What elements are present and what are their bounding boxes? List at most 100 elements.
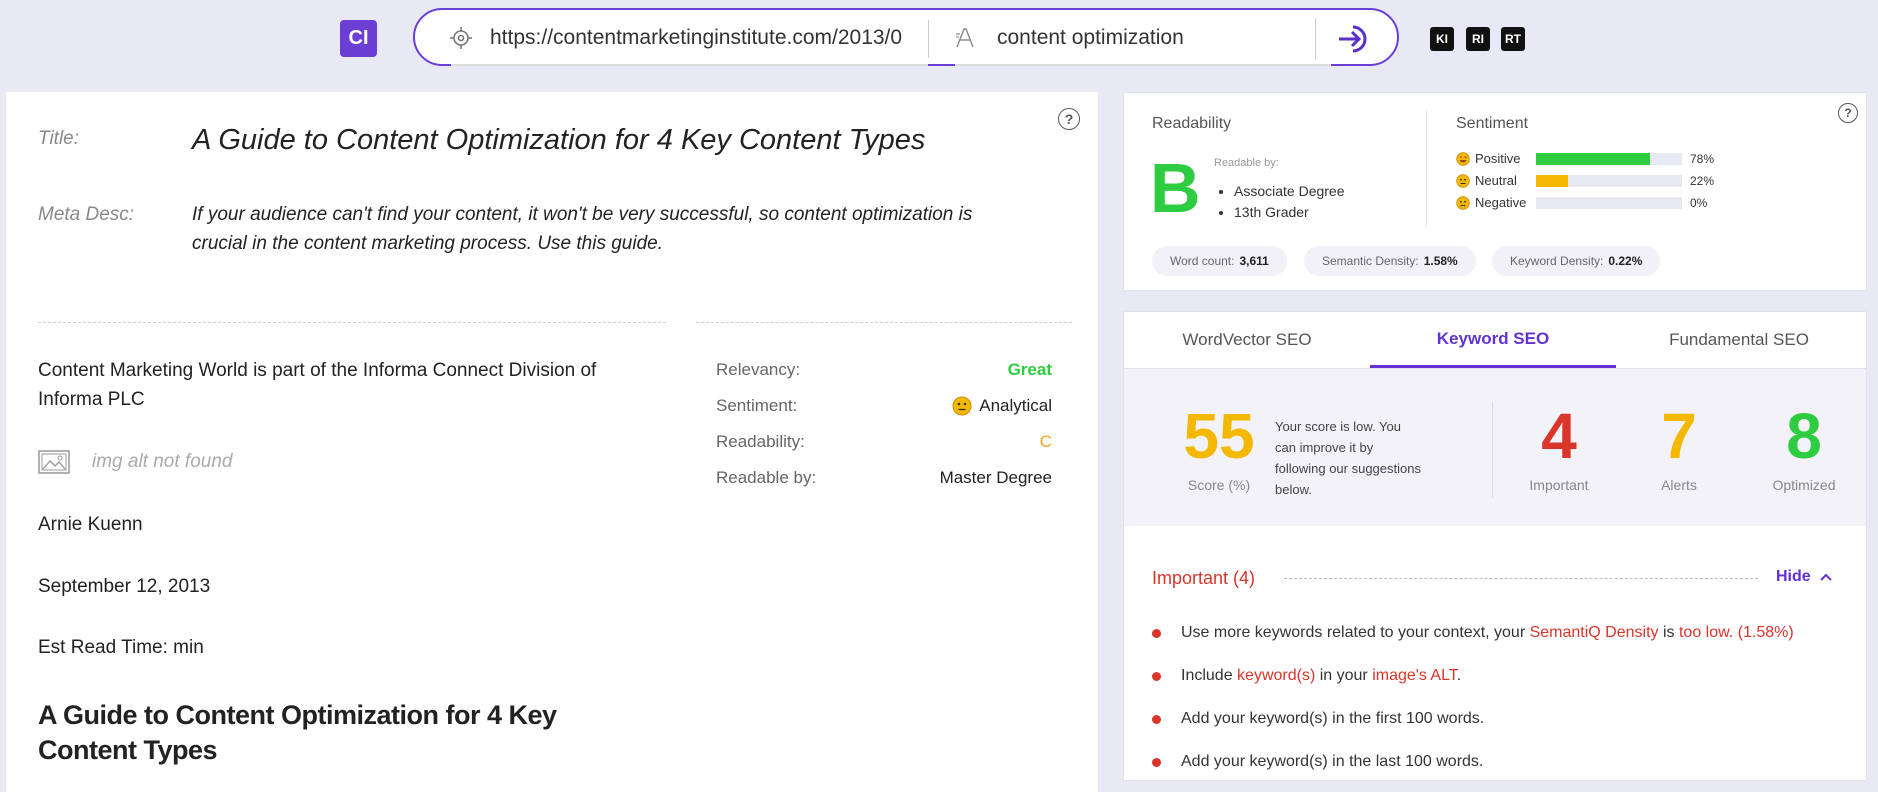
tab-keyword-seo[interactable]: Keyword SEO <box>1370 312 1616 368</box>
suggestion-text-part: Use more keywords related to your contex… <box>1181 624 1530 641</box>
stat-value: Analytical <box>979 396 1052 415</box>
readability-grade: B <box>1150 149 1201 227</box>
url-input[interactable]: https://contentmarketinginstitute.com/20… <box>490 24 920 52</box>
sentiment-bar <box>1536 196 1682 209</box>
stat-label: Readability: <box>716 432 805 451</box>
stat-label: Readable by: <box>716 468 817 487</box>
metric-label: Semantic Density: <box>1322 254 1419 268</box>
metric-label: Word count: <box>1170 254 1235 268</box>
sentiment-name: Positive <box>1456 151 1536 166</box>
suggestion-text: Add your keyword(s) in the last 100 word… <box>1181 753 1484 770</box>
suggestion-item: Add your keyword(s) in the first 100 wor… <box>1152 710 1484 728</box>
sentiment-bar-fill <box>1536 152 1650 165</box>
divider <box>696 322 1072 323</box>
readable-by-label: Readable by: <box>1214 157 1279 169</box>
readable-by-list: Associate Degree 13th Grader <box>1214 181 1345 223</box>
important-label: Important <box>1529 477 1589 493</box>
tab-fundamental-seo[interactable]: Fundamental SEO <box>1616 312 1862 368</box>
semantic-density-pill: Semantic Density: 1.58% <box>1304 246 1476 276</box>
sentiment-name-text: Negative <box>1475 195 1527 210</box>
crosshair-icon <box>450 27 472 49</box>
image-alt-link[interactable]: image's ALT <box>1372 667 1457 684</box>
sad-face-icon <box>1456 195 1470 210</box>
keyword-density-pill: Keyword Density: 0.22% <box>1492 246 1661 276</box>
stat-relevancy: Relevancy: Great <box>716 360 1052 380</box>
submit-arrow-icon[interactable] <box>1335 21 1375 57</box>
help-icon[interactable]: ? <box>1838 103 1858 123</box>
suggestion-highlight: too low. (1.58%) <box>1678 624 1794 641</box>
suggestion-text-part: Include <box>1181 667 1238 684</box>
word-count-pill: Word count: 3,611 <box>1152 246 1287 276</box>
ki-button[interactable]: KI <box>1430 27 1454 51</box>
alerts-count: 7 <box>1661 400 1697 472</box>
suggestion-text: Include keyword(s) in your image's ALT. <box>1181 667 1461 685</box>
divider <box>1284 578 1758 579</box>
suggestion-text: Use more keywords related to your contex… <box>1181 624 1794 642</box>
optimized-label: Optimized <box>1772 477 1836 493</box>
keyword-input[interactable]: content optimization <box>997 24 1184 52</box>
neutral-face-icon <box>1456 173 1470 188</box>
neutral-face-icon <box>952 396 972 416</box>
image-placeholder: img alt not found <box>38 450 232 474</box>
sentiment-row-positive: Positive 78% <box>1456 151 1714 166</box>
stat-value: Master Degree <box>939 468 1052 487</box>
hide-label: Hide <box>1776 568 1811 585</box>
readability-sentiment-card: ? Readability B Readable by: Associate D… <box>1123 92 1867 291</box>
stat-value: C <box>1039 432 1052 451</box>
author: Arnie Kuenn <box>38 514 143 535</box>
suggestion-item: Use more keywords related to your contex… <box>1152 624 1794 642</box>
suggestion-item: Include keyword(s) in your image's ALT. <box>1152 667 1461 685</box>
sentiment-name-text: Positive <box>1475 151 1521 166</box>
sentiment-name-text: Neutral <box>1475 173 1517 188</box>
semantiq-density-link[interactable]: SemantiQ Density <box>1530 624 1659 641</box>
metric-value: 1.58% <box>1423 254 1458 268</box>
metric-value: 0.22% <box>1608 254 1643 268</box>
divider <box>38 322 666 323</box>
score-message: Your score is low. You can improve it by… <box>1275 419 1421 497</box>
sentiment-label: Sentiment <box>1456 115 1529 132</box>
rt-button[interactable]: RT <box>1501 27 1525 51</box>
search-bar: https://contentmarketinginstitute.com/20… <box>413 8 1399 66</box>
bullet <box>1152 714 1161 724</box>
readability-label: Readability <box>1152 115 1232 132</box>
stat-sentiment: Sentiment: Analytical <box>716 396 1052 416</box>
page-title: A Guide to Content Optimization for 4 Ke… <box>192 124 926 156</box>
sentiment-name: Negative <box>1456 195 1536 210</box>
sentiment-percent: 22% <box>1690 173 1715 188</box>
suggestion-text-part: in your <box>1315 667 1373 684</box>
divider <box>1315 18 1316 60</box>
list-item: Associate Degree <box>1234 181 1345 202</box>
img-alt-text: img alt not found <box>92 451 233 472</box>
image-icon <box>38 450 70 474</box>
ri-button[interactable]: RI <box>1466 27 1490 51</box>
important-section-title: Important (4) <box>1152 568 1256 588</box>
bullet <box>1152 757 1161 767</box>
title-label: Title: <box>38 128 80 149</box>
tab-wordvector-seo[interactable]: WordVector SEO <box>1124 312 1370 368</box>
seo-panel: WordVector SEO Keyword SEO Fundamental S… <box>1123 311 1867 781</box>
sentiment-bar <box>1536 174 1682 187</box>
meta-label: Meta Desc: <box>38 204 135 225</box>
list-item: 13th Grader <box>1234 202 1345 223</box>
divider <box>928 20 929 58</box>
important-count: 4 <box>1541 400 1577 472</box>
metric-value: 3,611 <box>1239 254 1269 268</box>
stat-value: Great <box>1007 360 1052 379</box>
hide-button[interactable]: Hide <box>1776 568 1833 586</box>
bullet <box>1152 628 1161 638</box>
divider <box>451 64 1331 66</box>
content-panel: ? Title: A Guide to Content Optimization… <box>6 92 1098 792</box>
stat-label: Sentiment: <box>716 396 798 415</box>
sentiment-percent: 78% <box>1690 151 1715 166</box>
sentiment-percent: 0% <box>1690 195 1708 210</box>
publish-date: September 12, 2013 <box>38 576 211 597</box>
help-icon[interactable]: ? <box>1058 108 1080 130</box>
content-heading: A Guide to Content Optimization for 4 Ke… <box>38 700 557 765</box>
bullet <box>1152 671 1161 681</box>
sentiment-bar-fill <box>1536 174 1569 187</box>
suggestion-text: Add your keyword(s) in the first 100 wor… <box>1181 710 1485 727</box>
score-label: Score (%) <box>1187 477 1251 493</box>
alerts-label: Alerts <box>1661 477 1697 493</box>
app-logo[interactable]: CI <box>340 20 377 57</box>
keywords-link[interactable]: keyword(s) <box>1237 667 1315 684</box>
